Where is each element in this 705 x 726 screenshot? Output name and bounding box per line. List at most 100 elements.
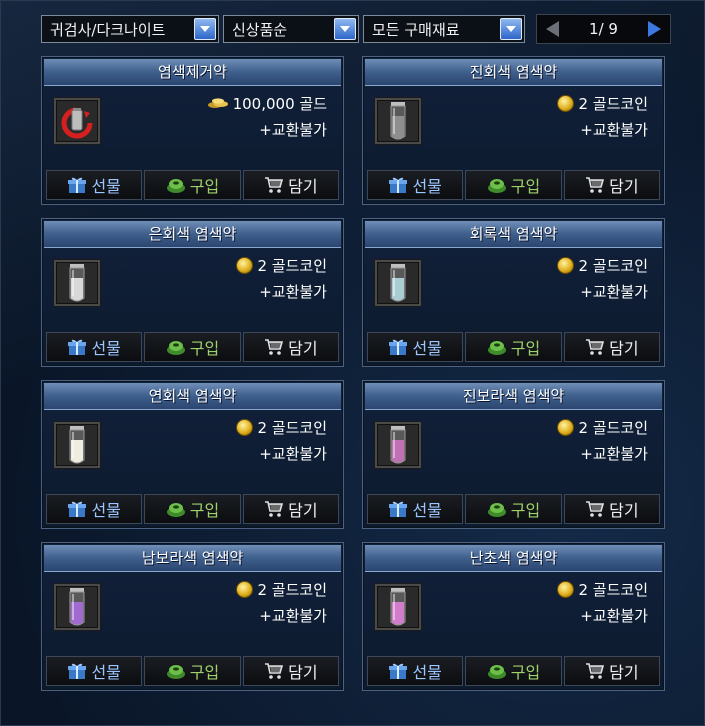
item-actions: 선물 구입 담기 [46,332,339,362]
cart-button[interactable]: 담기 [242,170,339,200]
cart-icon [265,663,284,679]
vial-icon [390,102,406,140]
cart-button[interactable]: 담기 [242,656,339,686]
item-name: 은회색 염색약 [44,221,341,248]
gift-button-label: 선물 [412,501,442,520]
gift-button[interactable]: 선물 [46,170,143,200]
gift-button-label: 선물 [412,663,442,682]
chevron-down-icon[interactable] [500,18,522,40]
sort-filter-dropdown[interactable]: 신상품순 [223,15,359,43]
next-page-icon[interactable] [644,19,664,39]
gold-icon [207,97,228,108]
item-price: 2 골드코인 [557,417,648,438]
buy-button-label: 구입 [510,501,541,520]
gift-button[interactable]: 선물 [367,494,464,524]
gift-button[interactable]: 선물 [46,332,143,362]
cart-button[interactable]: 담기 [242,332,339,362]
buy-button[interactable]: 구입 [144,332,241,362]
item-price: 2 골드코인 [236,255,327,276]
item-thumbnail[interactable] [374,97,422,145]
item-name: 연회색 염색약 [44,383,341,410]
item-thumbnail[interactable] [374,583,422,631]
item-price-text: 100,000 골드 [232,95,327,113]
item-price-text: 2 골드코인 [257,581,327,599]
item-actions: 선물 구입 담기 [46,494,339,524]
buy-button[interactable]: 구입 [144,170,241,200]
buy-button[interactable]: 구입 [465,332,562,362]
filter-toolbar: 귀검사/다크나이트 신상품순 모든 구매재료 [41,15,525,45]
item-thumbnail[interactable] [374,259,422,307]
item-price-text: 2 골드코인 [578,581,648,599]
gift-button[interactable]: 선물 [367,332,464,362]
gold-coin-icon [236,419,254,436]
shop-item-card: 진회색 염색약 2 골드코인 +교환불가 선물 구입 담기 [362,56,665,205]
buy-button-label: 구입 [510,663,541,682]
item-thumbnail[interactable] [53,421,101,469]
gold-coin-icon-wrap [236,257,254,274]
cart-icon [265,177,284,193]
cart-icon [265,501,284,517]
gold-coin-icon-wrap [557,419,575,436]
item-actions: 선물 구입 담기 [367,170,660,200]
gold-coin-icon-wrap [557,581,575,598]
coin-bag-icon [166,503,185,517]
item-price-text: 2 골드코인 [578,95,648,113]
gift-button-label: 선물 [412,339,442,358]
gift-button-label: 선물 [91,501,121,520]
coin-bag-icon [166,341,185,355]
buy-button[interactable]: 구입 [465,170,562,200]
item-trade-status: +교환불가 [259,283,327,301]
page-indicator: 1/ 9 [589,20,618,38]
cart-button[interactable]: 담기 [563,332,660,362]
buy-button-label: 구입 [189,663,220,682]
cart-icon [586,501,605,517]
item-thumbnail[interactable] [53,583,101,631]
chevron-down-icon[interactable] [334,18,356,40]
class-filter-dropdown[interactable]: 귀검사/다크나이트 [41,15,219,43]
coin-bag-icon [487,665,506,679]
item-thumbnail[interactable] [53,97,101,145]
item-actions: 선물 구입 담기 [367,494,660,524]
gold-coin-icon-wrap [557,257,575,274]
item-actions: 선물 구입 담기 [46,656,339,686]
cart-button-label: 담기 [288,177,318,196]
item-thumbnail[interactable] [374,421,422,469]
item-actions: 선물 구입 담기 [46,170,339,200]
cart-button-label: 담기 [609,501,639,520]
gift-button[interactable]: 선물 [367,656,464,686]
cart-button-label: 담기 [609,339,639,358]
item-price: 2 골드코인 [236,417,327,438]
buy-button[interactable]: 구입 [465,656,562,686]
gold-coin-icon [557,95,575,112]
item-name: 진회색 염색약 [365,59,662,86]
cart-button[interactable]: 담기 [563,656,660,686]
prev-page-icon[interactable] [543,19,563,39]
cart-button[interactable]: 담기 [563,170,660,200]
gift-button[interactable]: 선물 [367,170,464,200]
payment-filter-dropdown[interactable]: 모든 구매재료 [363,15,525,43]
payment-filter-value: 모든 구매재료 [372,20,460,39]
coin-bag-icon [166,179,185,193]
coin-bag-icon [166,665,185,679]
gift-icon [68,501,87,517]
buy-button[interactable]: 구입 [144,494,241,524]
class-filter-value: 귀검사/다크나이트 [50,20,166,39]
gift-button-label: 선물 [91,663,121,682]
shop-item-card: 남보라색 염색약 2 골드코인 +교환불가 선물 구입 담기 [41,542,344,691]
chevron-down-icon[interactable] [194,18,216,40]
gift-icon [389,501,408,517]
gift-button[interactable]: 선물 [46,494,143,524]
buy-button[interactable]: 구입 [144,656,241,686]
buy-button[interactable]: 구입 [465,494,562,524]
cart-icon [586,663,605,679]
shop-item-card: 회록색 염색약 2 골드코인 +교환불가 선물 구입 담기 [362,218,665,367]
gift-button[interactable]: 선물 [46,656,143,686]
cart-button[interactable]: 담기 [563,494,660,524]
gold-coin-icon [236,257,254,274]
item-thumbnail[interactable] [53,259,101,307]
gift-button-label: 선물 [412,177,442,196]
buy-button-label: 구입 [189,501,220,520]
cart-button[interactable]: 담기 [242,494,339,524]
gift-icon [68,339,87,355]
sort-filter-value: 신상품순 [232,20,288,39]
